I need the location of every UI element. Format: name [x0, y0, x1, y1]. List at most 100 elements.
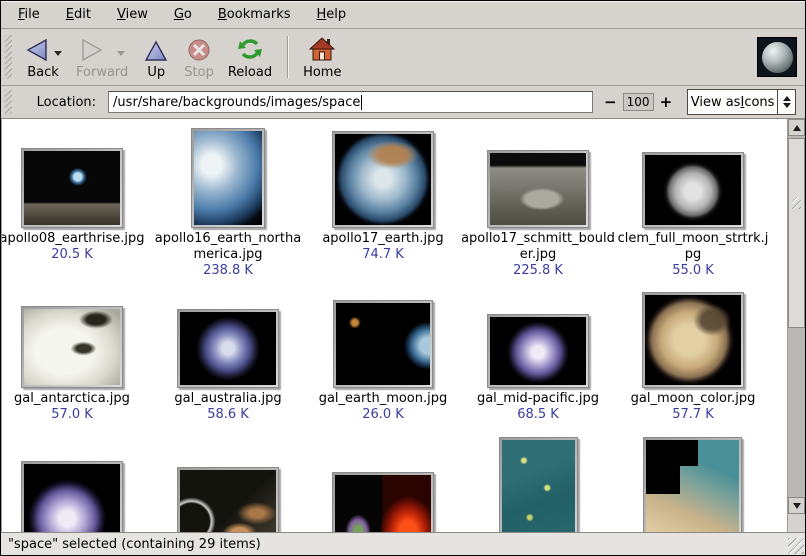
- zoom-controls: − 100 +: [603, 93, 673, 111]
- file-label[interactable]: gal_moon_color.jpg 57.7 K: [616, 391, 770, 423]
- dropdown-arrow-icon[interactable]: [777, 90, 795, 114]
- menu-go[interactable]: Go: [161, 2, 205, 27]
- file-size[interactable]: 58.6 K: [151, 407, 305, 423]
- thumbnail-image: [194, 131, 262, 225]
- back-icon: [24, 38, 50, 62]
- file-name[interactable]: apollo16_earth_northamerica.jpg: [151, 231, 305, 263]
- file-name[interactable]: gal_earth_moon.jpg: [306, 391, 460, 407]
- thumbnail-image: [24, 309, 120, 385]
- file-size[interactable]: 55.0 K: [616, 263, 770, 279]
- throbber: [757, 37, 797, 77]
- back-history-dropdown-icon[interactable]: [54, 51, 62, 56]
- file-thumbnail-antarctica[interactable]: [21, 306, 123, 388]
- file-size[interactable]: 74.7 K: [306, 247, 460, 263]
- file-thumbnail-galaxies[interactable]: [177, 467, 279, 532]
- forward-button-label: Forward: [76, 65, 128, 81]
- file-name[interactable]: gal_mid-pacific.jpg: [461, 391, 615, 407]
- file-name[interactable]: gal_moon_color.jpg: [616, 391, 770, 407]
- file-thumbnail-earthrise[interactable]: [21, 148, 123, 228]
- zoom-in-button[interactable]: +: [659, 95, 674, 110]
- file-manager-window: FileEditViewGoBookmarksHelp Back: [0, 0, 806, 556]
- file-thumbnail-apollo16[interactable]: [191, 128, 265, 228]
- menu-edit[interactable]: Edit: [53, 2, 104, 27]
- file-size[interactable]: 238.8 K: [151, 263, 305, 279]
- file-thumbnail-mooncolor[interactable]: [642, 292, 744, 388]
- file-thumbnail-boulder[interactable]: [487, 150, 589, 228]
- file-label[interactable]: apollo17_schmitt_boulder.jpg 225.8 K: [461, 231, 615, 279]
- file-thumbnail-earthpurple[interactable]: [21, 461, 123, 532]
- stop-icon: [187, 38, 211, 62]
- file-size[interactable]: 20.5 K: [2, 247, 149, 263]
- reload-button[interactable]: Reload: [221, 32, 279, 82]
- home-button[interactable]: Home: [296, 32, 348, 82]
- thumbnail-image: [24, 151, 120, 225]
- thumbnail-image: [490, 317, 586, 385]
- view-mode-dropdown[interactable]: View as Icons: [687, 89, 796, 115]
- file-thumbnail-orangenebula[interactable]: [643, 437, 742, 532]
- file-thumbnail-midpacific[interactable]: [487, 314, 589, 388]
- file-name[interactable]: apollo08_earthrise.jpg: [2, 231, 149, 247]
- thumbnail-image: [335, 475, 431, 532]
- file-size[interactable]: 225.8 K: [461, 263, 615, 279]
- file-name[interactable]: apollo17_earth.jpg: [306, 231, 460, 247]
- thumbnail-image: [645, 155, 741, 225]
- toolbar-drag-handle[interactable]: [5, 35, 12, 79]
- menu-help[interactable]: Help: [304, 2, 360, 27]
- back-button[interactable]: Back: [17, 32, 69, 82]
- file-name[interactable]: apollo17_schmitt_boulder.jpg: [461, 231, 615, 263]
- menu-file[interactable]: File: [5, 2, 53, 27]
- file-label[interactable]: gal_australia.jpg 58.6 K: [151, 391, 305, 423]
- location-value: /usr/share/backgrounds/images/space: [113, 95, 360, 110]
- toolbar-separator: [287, 36, 288, 78]
- window-resize-grip[interactable]: [788, 538, 804, 554]
- file-label[interactable]: apollo16_earth_northamerica.jpg 238.8 K: [151, 231, 305, 279]
- zoom-out-button[interactable]: −: [603, 95, 618, 110]
- scrollbar-thumb[interactable]: [788, 138, 805, 328]
- home-icon: [309, 36, 335, 62]
- stop-button[interactable]: Stop: [177, 32, 221, 82]
- up-button-label: Up: [147, 65, 165, 81]
- file-thumbnail-clemmoon[interactable]: [642, 152, 744, 228]
- up-button[interactable]: Up: [135, 32, 177, 82]
- location-bar-drag-handle[interactable]: [5, 90, 12, 114]
- content-area: apollo08_earthrise.jpg 20.5 K apollo16_e…: [1, 119, 805, 532]
- location-label: Location:: [37, 95, 96, 110]
- thumbnail-image: [490, 153, 586, 225]
- status-text: "space" selected (containing 29 items): [8, 537, 261, 552]
- file-label[interactable]: apollo08_earthrise.jpg 20.5 K: [2, 231, 149, 263]
- file-size[interactable]: 57.7 K: [616, 407, 770, 423]
- file-thumbnail-nebulapair[interactable]: [332, 472, 434, 532]
- thumbnail-image: [335, 134, 431, 225]
- file-label[interactable]: apollo17_earth.jpg 74.7 K: [306, 231, 460, 263]
- stop-button-label: Stop: [184, 65, 214, 81]
- scroll-up-button[interactable]: [788, 119, 805, 136]
- file-label[interactable]: gal_antarctica.jpg 57.0 K: [2, 391, 149, 423]
- file-label[interactable]: gal_mid-pacific.jpg 68.5 K: [461, 391, 615, 423]
- file-size[interactable]: 68.5 K: [461, 407, 615, 423]
- vertical-scrollbar[interactable]: [787, 119, 805, 532]
- view-mode-label: View as Icons: [688, 90, 777, 114]
- file-size[interactable]: 26.0 K: [306, 407, 460, 423]
- file-thumbnail-australia[interactable]: [177, 309, 279, 388]
- forward-history-dropdown-icon[interactable]: [117, 51, 125, 56]
- menu-view[interactable]: View: [104, 2, 161, 27]
- file-name[interactable]: gal_antarctica.jpg: [2, 391, 149, 407]
- file-label[interactable]: gal_earth_moon.jpg 26.0 K: [306, 391, 460, 423]
- file-grid[interactable]: apollo08_earthrise.jpg 20.5 K apollo16_e…: [2, 119, 787, 532]
- scrollbar-trough[interactable]: [788, 328, 805, 497]
- file-size[interactable]: 57.0 K: [2, 407, 149, 423]
- file-label[interactable]: clem_full_moon_strtrk.jpg 55.0 K: [616, 231, 770, 279]
- file-thumbnail-tealnebula[interactable]: [499, 437, 578, 532]
- zoom-level[interactable]: 100: [623, 93, 654, 111]
- file-name[interactable]: gal_australia.jpg: [151, 391, 305, 407]
- file-thumbnail-apollo17earth[interactable]: [332, 131, 434, 228]
- location-input[interactable]: /usr/share/backgrounds/images/space: [108, 91, 593, 113]
- forward-button[interactable]: Forward: [69, 32, 135, 82]
- scroll-down-button[interactable]: [788, 497, 805, 514]
- file-thumbnail-earthmoon[interactable]: [333, 300, 433, 388]
- toolbar: Back Forward Up: [1, 29, 805, 86]
- menu-bookmarks[interactable]: Bookmarks: [205, 2, 304, 27]
- file-name[interactable]: clem_full_moon_strtrk.jpg: [616, 231, 770, 263]
- text-caret: [361, 95, 362, 110]
- home-button-label: Home: [303, 65, 341, 81]
